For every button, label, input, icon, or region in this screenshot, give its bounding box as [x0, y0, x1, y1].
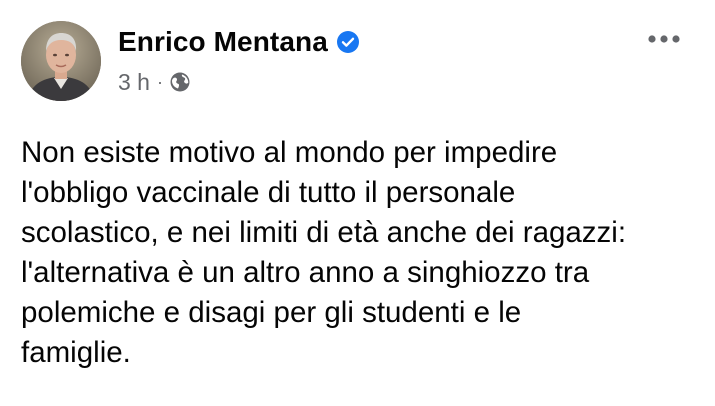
verified-badge-icon [336, 30, 360, 54]
post-timestamp[interactable]: 3 h [118, 69, 150, 96]
profile-photo-icon [21, 21, 101, 101]
globe-icon[interactable] [169, 71, 191, 93]
more-horizontal-icon [648, 35, 680, 43]
author-name[interactable]: Enrico Mentana [118, 26, 328, 58]
facebook-post: Enrico Mentana 3 h · Non esiste motivo a… [0, 0, 715, 406]
meta-separator: · [156, 71, 163, 92]
post-meta: 3 h · [118, 67, 191, 97]
avatar[interactable] [21, 21, 101, 101]
more-options-button[interactable] [640, 24, 688, 54]
post-body-text: Non esiste motivo al mondo per impedire … [21, 136, 627, 369]
author-row: Enrico Mentana [118, 24, 360, 60]
